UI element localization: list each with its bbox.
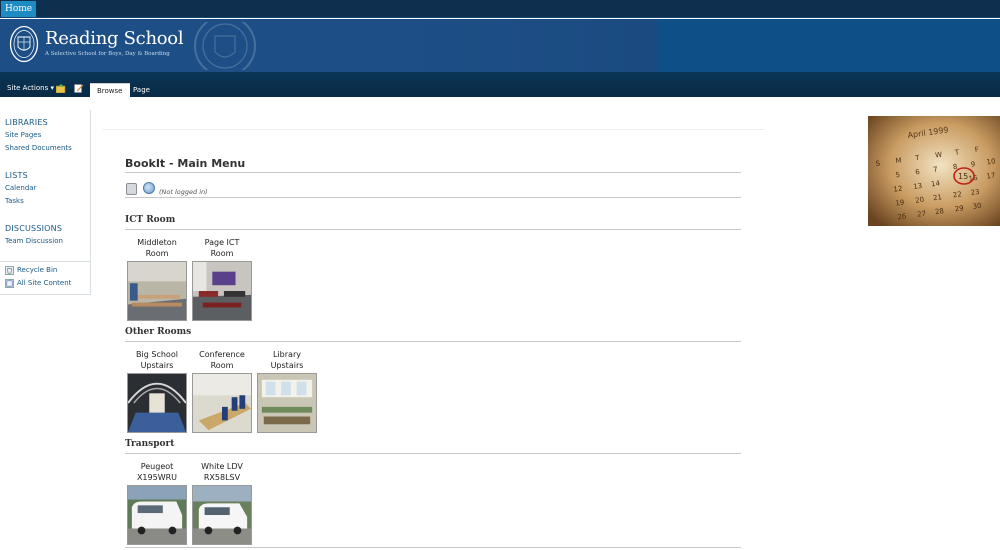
- vehicle-label-white-ldv: White LDV RX58LSV: [201, 462, 243, 482]
- login-lock-icon[interactable]: [126, 183, 137, 195]
- thumb-white-ldv-van[interactable]: [192, 485, 252, 545]
- section-rule: [125, 547, 741, 548]
- thumb-middleton-room[interactable]: [127, 261, 187, 321]
- nav-divider: [0, 261, 91, 262]
- all-site-content-icon: [5, 279, 14, 288]
- svg-text:27: 27: [917, 210, 927, 219]
- site-actions-menu[interactable]: Site Actions ▾: [7, 84, 54, 92]
- school-name[interactable]: Reading School: [45, 28, 184, 49]
- section-rule: [125, 453, 741, 454]
- chevron-down-icon: ▾: [50, 84, 54, 92]
- calendar-circled-date: 15: [958, 172, 968, 181]
- section-other-rooms: Other Rooms: [125, 327, 192, 337]
- content-divider: [102, 129, 765, 130]
- section-ict-room: ICT Room: [125, 215, 176, 225]
- top-bar: Home: [0, 0, 1000, 18]
- school-crest-icon[interactable]: [9, 25, 39, 63]
- nav-item-all-site-content[interactable]: All Site Content: [17, 279, 71, 287]
- room-label-big-school: Big School Upstairs: [136, 350, 178, 370]
- tab-browse[interactable]: Browse: [90, 83, 130, 97]
- nav-heading-lists[interactable]: LISTS: [5, 171, 28, 180]
- room-label-conference: Conference Room: [199, 350, 245, 370]
- svg-text:13: 13: [913, 182, 923, 191]
- thumb-big-school-upstairs[interactable]: [127, 373, 187, 433]
- svg-text:29: 29: [954, 204, 964, 213]
- quick-launch: LIBRARIES Site Pages Shared Documents LI…: [0, 110, 91, 295]
- nav-item-recycle-bin[interactable]: Recycle Bin: [17, 266, 57, 274]
- home-tab[interactable]: Home: [1, 1, 37, 17]
- section-rule: [125, 229, 741, 230]
- svg-text:17: 17: [986, 171, 996, 180]
- page-title: BookIt - Main Menu: [125, 157, 246, 170]
- nav-item-calendar[interactable]: Calendar: [5, 184, 36, 192]
- thumb-page-ict-room[interactable]: [192, 261, 252, 321]
- thumb-library-upstairs[interactable]: [257, 373, 317, 433]
- svg-text:22: 22: [952, 190, 962, 199]
- svg-text:10: 10: [986, 157, 996, 166]
- tab-page[interactable]: Page: [126, 83, 157, 97]
- room-label-middleton: Middleton Room: [137, 238, 177, 258]
- svg-text:14: 14: [931, 179, 941, 188]
- navigate-up-icon[interactable]: [56, 84, 66, 93]
- room-label-library: Library Upstairs: [270, 350, 304, 370]
- nav-item-site-pages[interactable]: Site Pages: [5, 131, 41, 139]
- thumb-peugeot-van[interactable]: [127, 485, 187, 545]
- edit-page-icon[interactable]: [74, 84, 84, 93]
- nav-item-team-discussion[interactable]: Team Discussion: [5, 237, 63, 245]
- svg-text:23: 23: [970, 188, 980, 197]
- svg-text:21: 21: [933, 193, 943, 202]
- thumb-conference-room[interactable]: [192, 373, 252, 433]
- svg-text:19: 19: [895, 198, 905, 207]
- title-rule: [125, 172, 741, 173]
- site-banner: Reading School A Selective School for Bo…: [0, 19, 1000, 72]
- room-label-page-ict: Page ICT Room: [204, 238, 240, 258]
- status-rule: [125, 197, 741, 198]
- info-icon[interactable]: [143, 182, 155, 194]
- section-rule: [125, 341, 741, 342]
- recycle-bin-icon: [5, 266, 14, 275]
- svg-text:30: 30: [972, 202, 982, 211]
- calendar-photo: April 1999 SMTWTF 5 6 7 8 9 10 12 13 1416 17 19 2…: [868, 116, 1000, 226]
- svg-text:20: 20: [915, 196, 925, 205]
- crest-watermark-icon: [194, 22, 256, 70]
- svg-text:M: M: [895, 156, 902, 165]
- nav-heading-libraries[interactable]: LIBRARIES: [5, 118, 48, 127]
- svg-text:12: 12: [893, 185, 903, 194]
- svg-text:W: W: [935, 151, 943, 160]
- nav-item-tasks[interactable]: Tasks: [5, 197, 24, 205]
- nav-item-shared-documents[interactable]: Shared Documents: [5, 144, 72, 152]
- section-transport: Transport: [125, 439, 175, 449]
- nav-heading-discussions[interactable]: DISCUSSIONS: [5, 224, 62, 233]
- svg-text:26: 26: [897, 212, 907, 221]
- svg-text:28: 28: [934, 207, 944, 216]
- login-status: (Not logged in): [159, 188, 208, 196]
- school-tagline: A Selective School for Boys, Day & Board…: [45, 51, 170, 57]
- vehicle-label-peugeot: Peugeot X195WRU: [136, 462, 178, 482]
